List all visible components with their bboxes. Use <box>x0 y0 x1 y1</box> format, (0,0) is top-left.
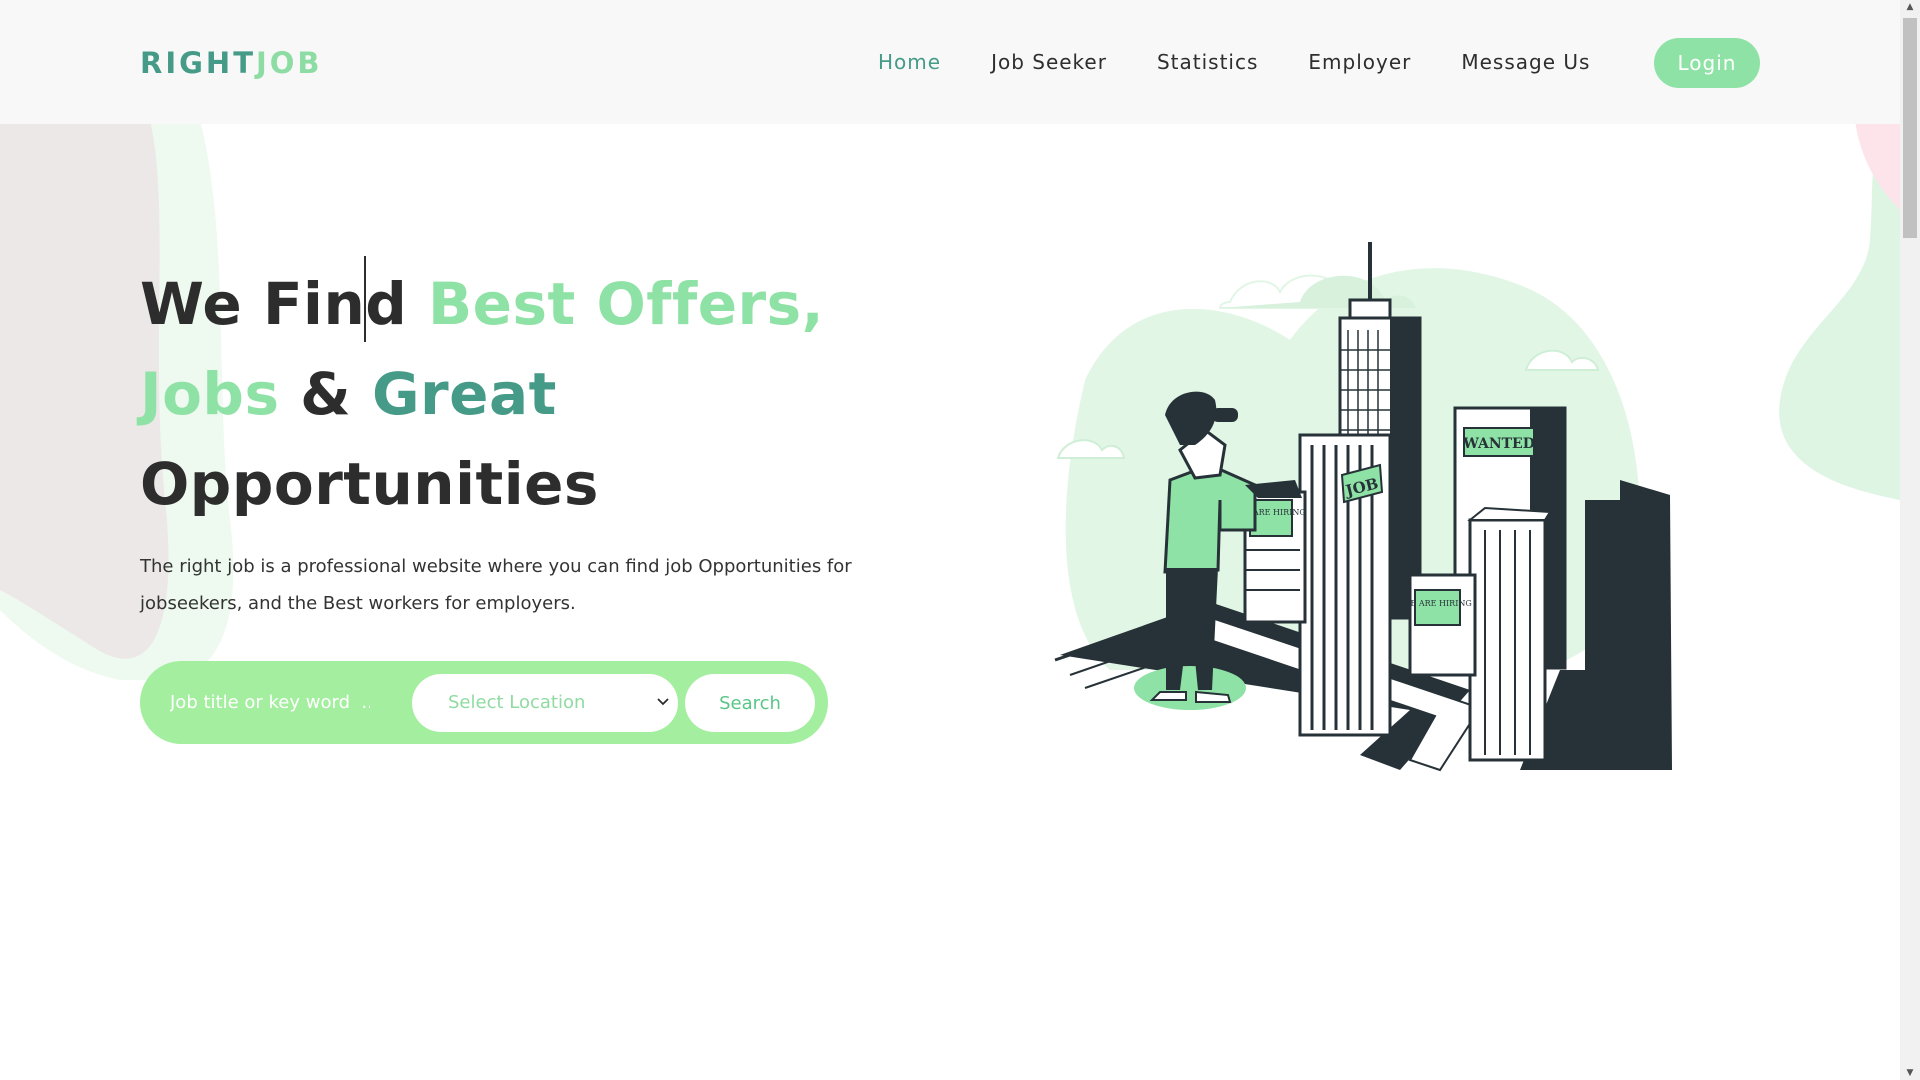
login-button[interactable]: Login <box>1654 38 1760 88</box>
hero-title: We Find Best Offers, Jobs & Great Opport… <box>140 256 940 529</box>
scroll-thumb[interactable] <box>1903 18 1917 238</box>
nav-item-employer[interactable]: Employer <box>1308 50 1411 74</box>
main-nav: Home Job Seeker Statistics Employer Mess… <box>878 50 1640 74</box>
hero-title-part1: We Fin <box>140 270 366 338</box>
chevron-down-icon <box>657 698 669 706</box>
nav-item-message-us[interactable]: Message Us <box>1461 50 1590 74</box>
hero-illustration: WANTED JOB WE ARE HIRING WE ARE HIRING <box>1054 242 1672 772</box>
site-header: RIGHTJOB Home Job Seeker Statistics Empl… <box>0 0 1900 124</box>
hero-title-opportunities: Opportunities <box>140 450 599 518</box>
hero-title-highlight-jobs: Jobs <box>140 360 280 428</box>
hero-description: The right job is a professional website … <box>140 556 852 614</box>
sign-hiring-front: WE ARE HIRING <box>1402 599 1472 608</box>
hero-title-part2: d <box>365 270 408 338</box>
nav-item-job-seeker[interactable]: Job Seeker <box>991 50 1107 74</box>
location-select[interactable]: Select Location <box>412 674 678 732</box>
location-select-value: Select Location <box>448 692 586 713</box>
keyword-search-input[interactable] <box>170 681 370 723</box>
job-search-bar: Select Location Search <box>140 661 828 744</box>
hero-title-ampersand: & <box>279 360 372 428</box>
scroll-up-arrow-icon[interactable]: ▲ <box>1900 0 1920 14</box>
hero-title-highlight-offers: Best Offers, <box>407 270 825 338</box>
nav-item-statistics[interactable]: Statistics <box>1157 50 1258 74</box>
brand-logo-part1: RIGHT <box>140 46 256 80</box>
brand-logo[interactable]: RIGHTJOB <box>140 46 323 80</box>
hero-title-highlight-great: Great <box>371 360 557 428</box>
nav-item-home[interactable]: Home <box>878 50 941 74</box>
decorative-blob-right <box>1779 120 1900 500</box>
search-button[interactable]: Search <box>685 674 815 732</box>
scroll-down-arrow-icon[interactable]: ▼ <box>1900 1066 1920 1080</box>
page-scrollbar[interactable]: ▲ ▼ <box>1900 0 1920 1080</box>
sign-wanted: WANTED <box>1462 436 1535 452</box>
brand-logo-part2: JOB <box>255 46 323 80</box>
